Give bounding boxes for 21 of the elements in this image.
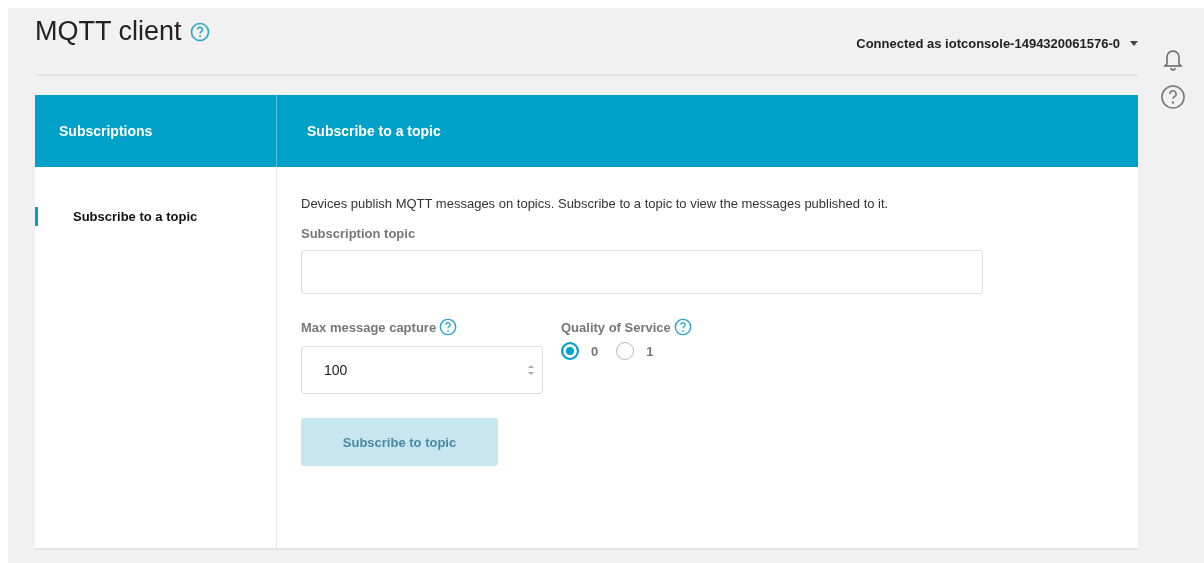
caret-icon — [1130, 41, 1138, 46]
radio-label: 1 — [646, 343, 654, 359]
panel-header: Subscribe to a topic — [307, 123, 441, 139]
topic-input-field[interactable] — [301, 250, 983, 294]
radio-label: 0 — [591, 343, 599, 359]
field-label: Max message capture — [301, 319, 437, 335]
number-input-field[interactable]: 100 — [301, 346, 543, 394]
help-icon[interactable] — [1160, 84, 1186, 110]
connection-dropdown[interactable]: Connected as iotconsole-1494320061576-0 — [856, 36, 1138, 51]
help-icon[interactable] — [673, 318, 692, 336]
sidebar-item[interactable]: Subscribe to a topic — [35, 207, 276, 226]
radio-button[interactable] — [561, 342, 579, 360]
radio-button[interactable] — [616, 342, 635, 360]
field-label: Quality of Service — [561, 319, 671, 335]
field-label: Subscription topic — [301, 226, 417, 241]
page-title: MQTT client — [35, 16, 182, 47]
spinner-icon[interactable] — [528, 364, 534, 376]
panel-header: Subscriptions — [59, 123, 153, 139]
help-icon[interactable] — [439, 318, 458, 336]
description-text: Devices publish MQTT messages on topics. Subscribe to a topic to view the messages published to it. — [301, 195, 890, 213]
help-icon[interactable] — [189, 21, 210, 42]
